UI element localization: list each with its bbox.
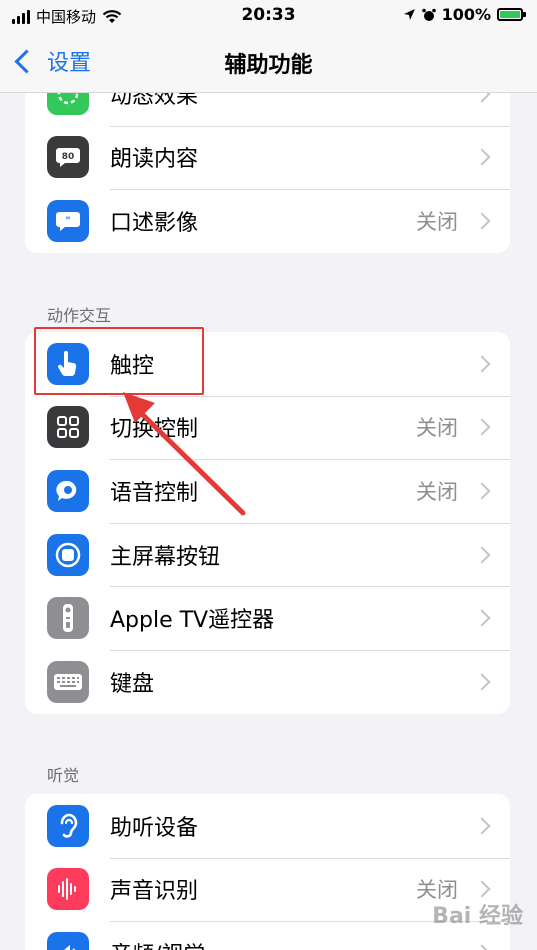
annotation-arrow xyxy=(123,392,246,516)
watermark: Bai 经验 xyxy=(432,904,523,929)
